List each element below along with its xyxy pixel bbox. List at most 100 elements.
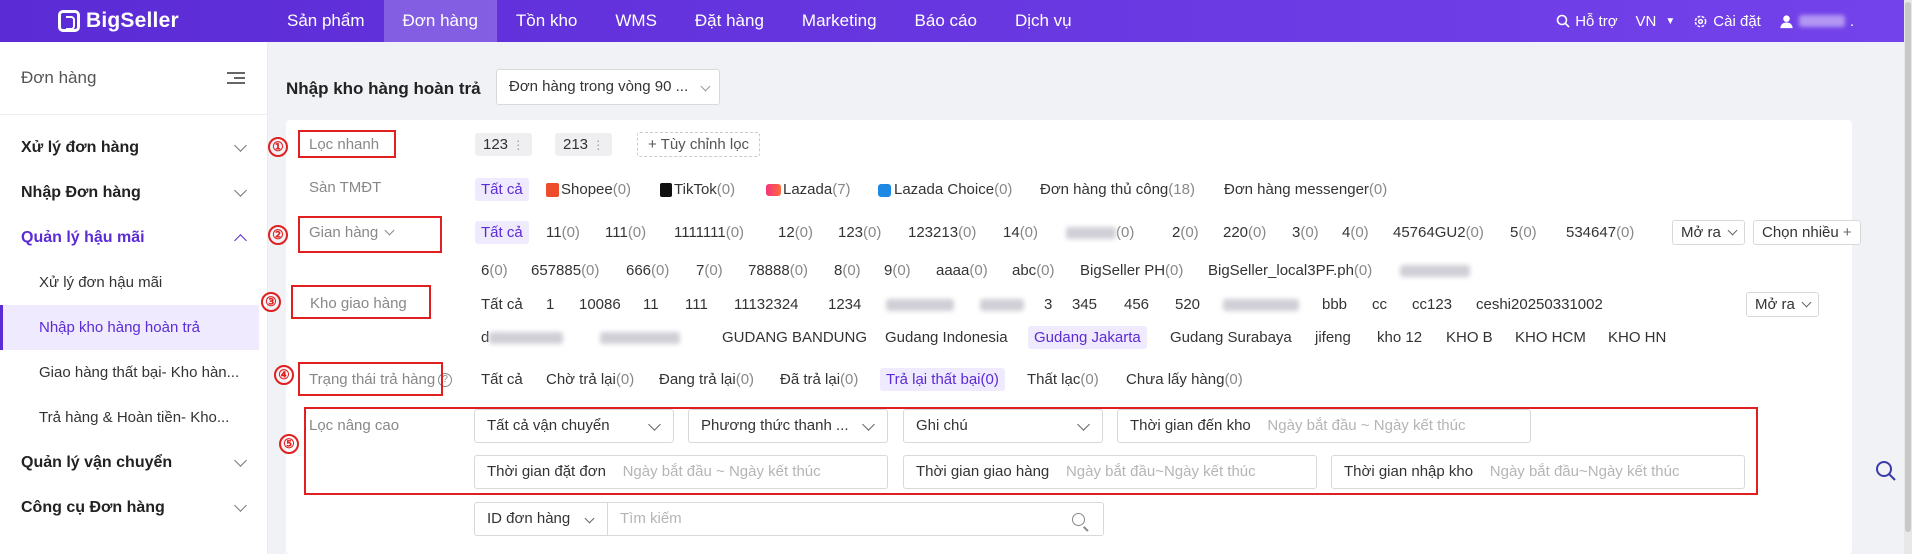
status-option[interactable]: Đã trả lại(0)	[780, 371, 858, 388]
custom-filter-button[interactable]: + Tùy chỉnh lọc	[637, 132, 761, 157]
warehouse-all[interactable]: Tất cả	[481, 296, 523, 313]
warehouse-option[interactable]: kho 12	[1377, 329, 1422, 346]
warehouse-option[interactable]: 345	[1072, 296, 1097, 313]
warehouse-option[interactable]: 111	[685, 296, 708, 313]
warehouse-option-redacted[interactable]	[600, 329, 680, 346]
search-input[interactable]: Tìm kiếm	[607, 502, 1104, 536]
warehouse-option[interactable]: cc	[1372, 296, 1387, 313]
store-option[interactable]: 8(0)	[834, 262, 861, 279]
warehouse-option[interactable]: Gudang Indonesia	[885, 329, 1008, 346]
nav-dich-vu[interactable]: Dịch vụ	[996, 0, 1091, 42]
quick-chip-213[interactable]: 213 ⋮	[555, 133, 613, 156]
store-option[interactable]: 45764GU2(0)	[1393, 224, 1484, 241]
store-option[interactable]: BigSeller_local3PF.ph(0)	[1208, 262, 1372, 279]
warehouse-option[interactable]: 1	[546, 296, 554, 313]
warehouse-option[interactable]: 456	[1124, 296, 1149, 313]
store-option[interactable]: 14(0)	[1003, 224, 1038, 241]
status-all[interactable]: Tất cả	[481, 371, 523, 388]
warehouse-option[interactable]: 3	[1044, 296, 1052, 313]
nav-ton-kho[interactable]: Tồn kho	[497, 0, 596, 42]
warehouse-option-redacted[interactable]	[1223, 296, 1299, 313]
sidebar-group-quan-ly-van-chuyen[interactable]: Quản lý vận chuyển	[0, 440, 267, 485]
store-option[interactable]: 666(0)	[626, 262, 669, 279]
sidebar-group-cong-cu-don-hang[interactable]: Công cụ Đơn hàng	[0, 485, 267, 530]
sidebar-group-nhap-don-hang[interactable]: Nhập Đơn hàng	[0, 170, 267, 215]
store-option-redacted[interactable]: (0)	[1066, 224, 1134, 241]
warehouse-option[interactable]: GUDANG BANDUNG	[722, 329, 867, 346]
language-select[interactable]: VN ▼	[1636, 13, 1676, 30]
store-option[interactable]: 3(0)	[1292, 224, 1319, 241]
platform-shopee[interactable]: Shopee(0)	[546, 181, 631, 198]
store-option[interactable]: 4(0)	[1342, 224, 1369, 241]
store-option[interactable]: 1111111(0)	[674, 224, 744, 241]
store-option[interactable]: 9(0)	[884, 262, 911, 279]
store-option[interactable]: 12(0)	[778, 224, 813, 241]
platform-lazada-choice[interactable]: Lazada Choice(0)	[878, 181, 1012, 198]
warehouse-option[interactable]: KHO HN	[1608, 329, 1666, 346]
store-expand-button[interactable]: Mở ra	[1672, 220, 1746, 245]
store-option[interactable]: aaaa(0)	[936, 262, 988, 279]
user-menu[interactable]: .	[1779, 13, 1854, 30]
warehouse-option[interactable]: bbb	[1322, 296, 1347, 313]
status-option[interactable]: Thất lạc(0)	[1027, 371, 1099, 388]
warehouse-option[interactable]: KHO B	[1446, 329, 1493, 346]
warehouse-option-redacted[interactable]: d	[481, 329, 564, 346]
more-icon[interactable]: ⋮	[512, 138, 524, 152]
nav-san-pham[interactable]: Sản phẩm	[268, 0, 384, 42]
store-option[interactable]: 6(0)	[481, 262, 508, 279]
settings-link[interactable]: Cài đặt	[1693, 13, 1761, 30]
search-icon[interactable]	[1072, 513, 1085, 526]
scrollbar-thumb[interactable]	[1905, 2, 1911, 532]
store-option[interactable]: 5(0)	[1510, 224, 1537, 241]
search-type-select[interactable]: ID đơn hàng	[474, 502, 608, 536]
warehouse-expand-button[interactable]: Mở ra	[1746, 292, 1820, 317]
sidebar-group-xu-ly-don-hang[interactable]: Xử lý đơn hàng	[0, 125, 267, 170]
store-option[interactable]: 7(0)	[696, 262, 723, 279]
warehouse-option[interactable]: ceshi20250331002	[1476, 296, 1603, 313]
warehouse-option[interactable]: 10086	[579, 296, 621, 313]
platform-lazada[interactable]: Lazada(7)	[766, 181, 851, 198]
store-option[interactable]: 220(0)	[1223, 224, 1266, 241]
warehouse-option[interactable]: Gudang Surabaya	[1170, 329, 1292, 346]
store-option[interactable]: 2(0)	[1172, 224, 1199, 241]
platform-all[interactable]: Tất cả	[475, 178, 529, 201]
page-scrollbar[interactable]	[1904, 0, 1912, 554]
support-link[interactable]: Hỗ trợ	[1556, 13, 1618, 30]
warehouse-option[interactable]: cc123	[1412, 296, 1452, 313]
warehouse-option-redacted[interactable]	[980, 296, 1024, 313]
store-multi-select-button[interactable]: Chọn nhiều +	[1753, 220, 1861, 245]
nav-don-hang[interactable]: Đơn hàng	[383, 0, 497, 42]
store-option[interactable]: 123(0)	[838, 224, 881, 241]
store-option[interactable]: 11(0)	[546, 224, 580, 241]
status-option[interactable]: Đang trả lại(0)	[659, 371, 754, 388]
warehouse-option[interactable]: 11	[643, 296, 659, 313]
warehouse-option-selected[interactable]: Gudang Jakarta	[1028, 326, 1147, 349]
store-option[interactable]: 123213(0)	[908, 224, 976, 241]
store-option[interactable]: 657885(0)	[531, 262, 599, 279]
nav-marketing[interactable]: Marketing	[783, 0, 896, 42]
platform-manual-order[interactable]: Đơn hàng thủ công(18)	[1040, 181, 1195, 198]
status-option[interactable]: Chờ trả lại(0)	[546, 371, 634, 388]
status-option[interactable]: Chưa lấy hàng(0)	[1126, 371, 1243, 388]
store-option[interactable]: 78888(0)	[748, 262, 808, 279]
more-icon[interactable]: ⋮	[592, 138, 604, 152]
store-all[interactable]: Tất cả	[475, 221, 529, 244]
nav-bao-cao[interactable]: Báo cáo	[896, 0, 996, 42]
store-option[interactable]: 534647(0)	[1566, 224, 1634, 241]
warehouse-option[interactable]: 520	[1175, 296, 1200, 313]
store-option-redacted[interactable]	[1400, 262, 1470, 279]
warehouse-option[interactable]: KHO HCM	[1515, 329, 1586, 346]
nav-dat-hang[interactable]: Đặt hàng	[676, 0, 783, 42]
floating-search-icon[interactable]	[1875, 460, 1897, 482]
sidebar-item-giao-hang-that-bai[interactable]: Giao hàng thất bại- Kho hàn...	[0, 350, 267, 395]
order-range-select[interactable]: Đơn hàng trong vòng 90 ...	[496, 69, 720, 105]
sidebar-group-quan-ly-hau-mai[interactable]: Quản lý hậu mãi	[0, 215, 267, 260]
collapse-menu-icon[interactable]	[227, 71, 245, 85]
bigseller-logo[interactable]: BigSeller	[58, 9, 268, 33]
platform-messenger-order[interactable]: Đơn hàng messenger(0)	[1224, 181, 1387, 198]
warehouse-option-redacted[interactable]	[886, 296, 954, 313]
nav-wms[interactable]: WMS	[596, 0, 676, 42]
sidebar-item-tra-hang-hoan-tien[interactable]: Trả hàng & Hoàn tiền- Kho...	[0, 395, 267, 440]
store-option[interactable]: abc(0)	[1012, 262, 1055, 279]
platform-tiktok[interactable]: TikTok(0)	[660, 181, 735, 198]
